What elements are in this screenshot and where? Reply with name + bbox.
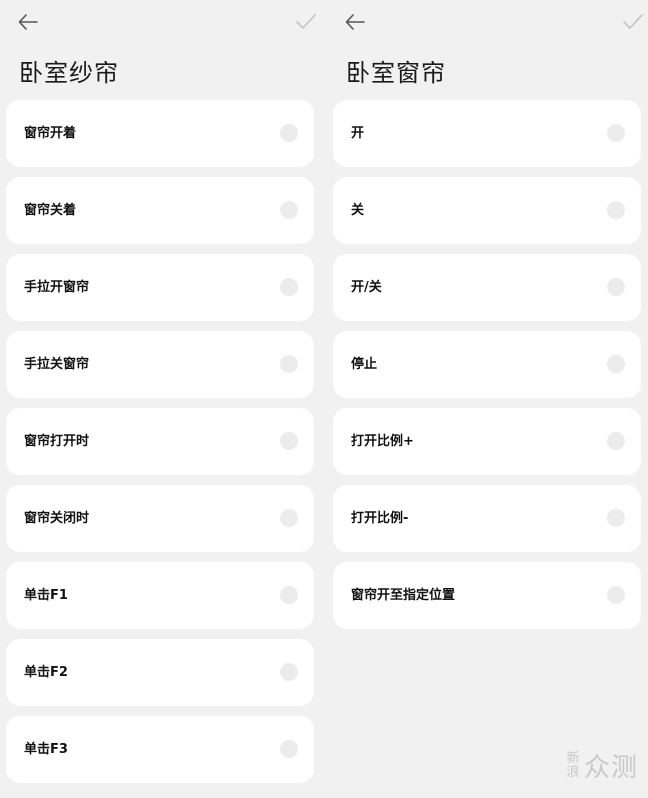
list-item[interactable]: 窗帘关着 xyxy=(6,177,314,244)
watermark-big-text: 众测 xyxy=(583,753,638,783)
page-title: 卧室窗帘 xyxy=(346,59,446,87)
list-item[interactable]: 开 xyxy=(333,100,641,167)
back-arrow-icon[interactable] xyxy=(18,13,38,31)
list-item[interactable]: 打开比例+ xyxy=(333,408,641,475)
radio-button[interactable] xyxy=(280,740,298,758)
list-item[interactable]: 单击F1 xyxy=(6,562,314,629)
list-item[interactable]: 窗帘关闭时 xyxy=(6,485,314,552)
watermark: 新浪 众测 xyxy=(566,747,638,784)
radio-button[interactable] xyxy=(280,432,298,450)
confirm-check-icon[interactable] xyxy=(623,13,643,31)
item-label: 停止 xyxy=(351,357,378,372)
item-label: 手拉关窗帘 xyxy=(24,357,90,372)
radio-button[interactable] xyxy=(607,509,625,527)
list-item[interactable]: 窗帘打开时 xyxy=(6,408,314,475)
list-item[interactable]: 手拉关窗帘 xyxy=(6,331,314,398)
radio-button[interactable] xyxy=(607,586,625,604)
item-label: 关 xyxy=(351,203,365,218)
item-label: 单击F2 xyxy=(24,665,68,680)
radio-button[interactable] xyxy=(607,355,625,373)
radio-button[interactable] xyxy=(280,586,298,604)
list-item[interactable]: 窗帘开至指定位置 xyxy=(333,562,641,629)
trigger-list: 窗帘开着 窗帘关着 手拉开窗帘 手拉关窗帘 窗帘打开时 窗帘关闭时 单击F1 单… xyxy=(6,100,314,793)
top-bar xyxy=(6,0,320,44)
right-panel: 卧室窗帘 开 关 开/关 停止 打开比例+ 打开比例- 窗帘开至指定位置 xyxy=(333,0,647,798)
item-label: 手拉开窗帘 xyxy=(24,280,90,295)
radio-button[interactable] xyxy=(280,124,298,142)
radio-button[interactable] xyxy=(607,124,625,142)
item-label: 窗帘关闭时 xyxy=(24,511,90,526)
list-item[interactable]: 窗帘开着 xyxy=(6,100,314,167)
list-item[interactable]: 开/关 xyxy=(333,254,641,321)
top-bar xyxy=(333,0,647,44)
list-item[interactable]: 单击F2 xyxy=(6,639,314,706)
list-item[interactable]: 打开比例- xyxy=(333,485,641,552)
confirm-check-icon[interactable] xyxy=(296,13,316,31)
back-arrow-icon[interactable] xyxy=(345,13,365,31)
item-label: 窗帘打开时 xyxy=(24,434,90,449)
radio-button[interactable] xyxy=(607,201,625,219)
page-title: 卧室纱帘 xyxy=(19,59,119,87)
action-list: 开 关 开/关 停止 打开比例+ 打开比例- 窗帘开至指定位置 xyxy=(333,100,641,639)
list-item[interactable]: 单击F3 xyxy=(6,716,314,783)
radio-button[interactable] xyxy=(280,663,298,681)
item-label: 单击F3 xyxy=(24,742,68,757)
list-item[interactable]: 关 xyxy=(333,177,641,244)
item-label: 打开比例+ xyxy=(351,434,414,449)
item-label: 窗帘开至指定位置 xyxy=(351,588,456,603)
radio-button[interactable] xyxy=(280,201,298,219)
item-label: 窗帘关着 xyxy=(24,203,77,218)
list-item[interactable]: 停止 xyxy=(333,331,641,398)
list-item[interactable]: 手拉开窗帘 xyxy=(6,254,314,321)
item-label: 开/关 xyxy=(351,280,382,295)
item-label: 单击F1 xyxy=(24,588,68,603)
radio-button[interactable] xyxy=(607,432,625,450)
item-label: 打开比例- xyxy=(351,511,409,526)
left-panel: 卧室纱帘 窗帘开着 窗帘关着 手拉开窗帘 手拉关窗帘 窗帘打开时 窗帘关闭时 单… xyxy=(6,0,320,798)
radio-button[interactable] xyxy=(607,278,625,296)
item-label: 开 xyxy=(351,126,365,141)
radio-button[interactable] xyxy=(280,355,298,373)
radio-button[interactable] xyxy=(280,509,298,527)
radio-button[interactable] xyxy=(280,278,298,296)
watermark-small-text: 新浪 xyxy=(566,750,580,780)
item-label: 窗帘开着 xyxy=(24,126,77,141)
